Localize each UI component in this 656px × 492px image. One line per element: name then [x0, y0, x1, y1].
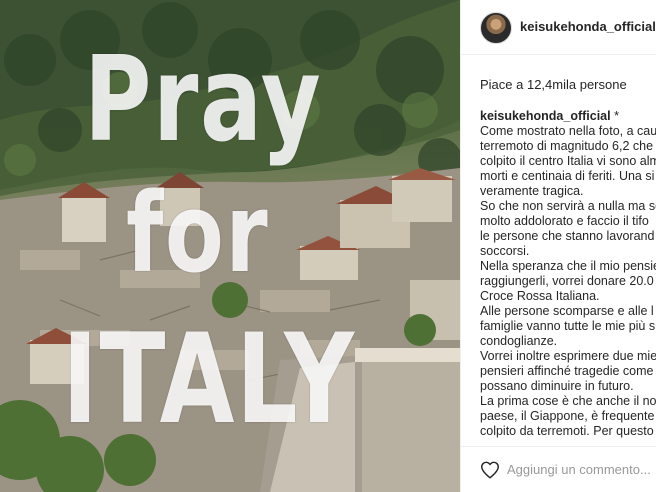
caption-line: soccorsi.	[480, 244, 530, 258]
username-link[interactable]: keisukehonda_official	[520, 19, 656, 34]
caption-line: Croce Rossa Italiana.	[480, 289, 600, 303]
post-photo[interactable]: Pray for ITALY	[0, 0, 460, 492]
post-header: keisukehonda_official	[461, 0, 656, 55]
caption-line: le persone che stanno lavorand	[480, 229, 655, 243]
caption-line: paese, il Giappone, è frequente	[480, 409, 655, 423]
caption-line: Vorrei inoltre esprimere due mie	[480, 349, 656, 363]
post-footer	[461, 446, 656, 492]
overlay-text-italy: ITALY	[62, 308, 356, 452]
caption-author-link[interactable]: keisukehonda_official	[480, 109, 611, 123]
comment-input[interactable]	[507, 457, 655, 481]
caption-line: colpito il centro Italia vi sono alm	[480, 154, 656, 168]
caption-asterisk: *	[614, 109, 619, 123]
like-button[interactable]	[479, 459, 501, 481]
overlay-text-for: for	[126, 169, 270, 297]
caption-line: pensieri affinché tragedie come	[480, 364, 654, 378]
heart-icon	[481, 461, 499, 479]
caption-line: Alle persone scomparse e alle l	[480, 304, 654, 318]
likes-count[interactable]: Piace a 12,4mila persone	[480, 77, 627, 92]
caption-line: molto addolorato e faccio il tifo	[480, 214, 649, 228]
caption-line: condoglianze.	[480, 334, 558, 348]
caption-line: La prima cose è che anche il no	[480, 394, 656, 408]
avatar[interactable]	[480, 12, 512, 44]
caption-line: possano diminuire in futuro.	[480, 379, 634, 393]
caption-line: veramente tragica.	[480, 184, 584, 198]
caption-line: raggiungerli, vorrei donare 20.0	[480, 274, 654, 288]
caption-line: terremoto di magnitudo 6,2 che	[480, 139, 654, 153]
post-side-panel: keisukehonda_official Piace a 12,4mila p…	[460, 0, 656, 492]
caption: keisukehonda_official * Come mostrato ne…	[480, 109, 656, 439]
caption-line: colpito da terremoti. Per questo	[480, 424, 654, 438]
caption-line: Come mostrato nella foto, a cau	[480, 124, 656, 138]
caption-line: Nella speranza che il mio pensie	[480, 259, 656, 273]
caption-line: morti e centinaia di feriti. Una si	[480, 169, 655, 183]
overlay-text-pray: Pray	[84, 30, 323, 168]
caption-line: So che non servirà a nulla ma so	[480, 199, 656, 213]
caption-line: famiglie vanno tutte le mie più s	[480, 319, 656, 333]
